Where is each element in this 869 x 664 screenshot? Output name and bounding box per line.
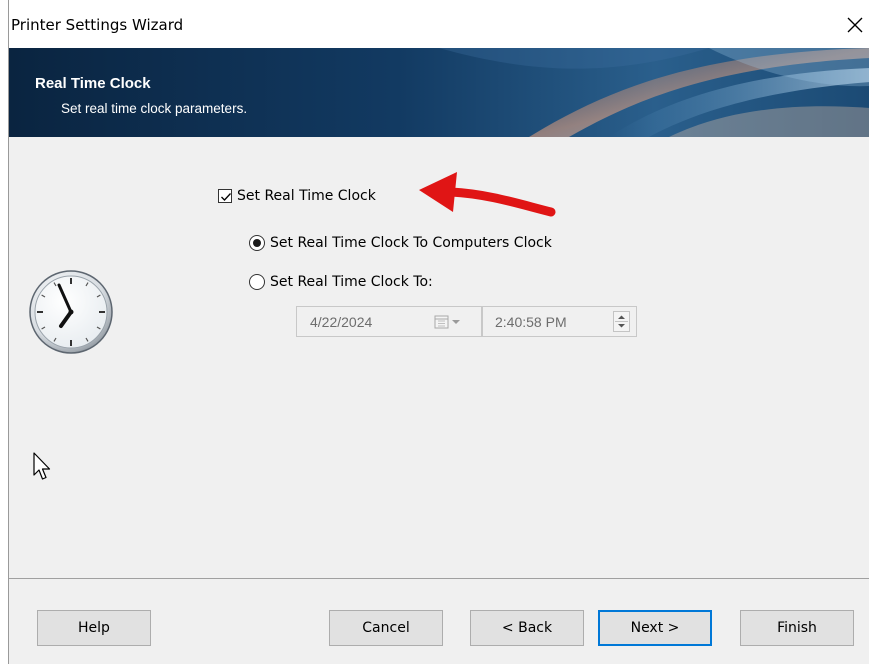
radio-computer-clock[interactable] [249,235,265,251]
radio-custom-clock-row[interactable]: Set Real Time Clock To: [249,272,433,292]
cancel-button[interactable]: Cancel [329,610,443,646]
calendar-dropdown-icon[interactable] [434,315,466,329]
checkmark-icon [221,193,231,201]
footer-divider [9,578,869,579]
wizard-window: Printer Settings Wizard Real Time Clock … [8,0,869,664]
radio-custom-clock-label: Set Real Time Clock To: [270,274,433,290]
clock-icon [29,270,113,354]
mouse-cursor-icon [33,452,51,480]
close-icon [847,17,863,33]
banner-title: Real Time Clock [35,75,151,92]
help-button[interactable]: Help [37,610,151,646]
red-arrow-annotation [419,172,556,217]
window-title: Printer Settings Wizard [11,16,184,34]
time-spinner[interactable] [613,311,630,332]
date-picker-field[interactable]: 4/22/2024 [296,306,482,337]
radio-computer-clock-label: Set Real Time Clock To Computers Clock [270,235,552,251]
next-button[interactable]: Next > [598,610,712,646]
banner-subtitle: Set real time clock parameters. [61,101,248,116]
title-bar: Printer Settings Wizard [9,0,869,48]
set-clock-checkbox-row[interactable]: Set Real Time Clock [218,186,376,206]
back-button[interactable]: < Back [470,610,584,646]
date-value: 4/22/2024 [310,314,373,330]
set-clock-label: Set Real Time Clock [237,188,376,204]
spinner-icon [615,315,628,328]
radio-custom-clock[interactable] [249,274,265,290]
close-button[interactable] [840,6,869,42]
finish-button[interactable]: Finish [740,610,854,646]
radio-selected-dot [253,239,261,247]
radio-computer-clock-row[interactable]: Set Real Time Clock To Computers Clock [249,233,552,253]
set-clock-checkbox[interactable] [218,189,232,203]
time-picker-field[interactable]: 2:40:58 PM [482,306,637,337]
banner-background [9,48,869,137]
header-banner: Real Time Clock Set real time clock para… [9,48,869,137]
time-value: 2:40:58 PM [495,314,567,330]
